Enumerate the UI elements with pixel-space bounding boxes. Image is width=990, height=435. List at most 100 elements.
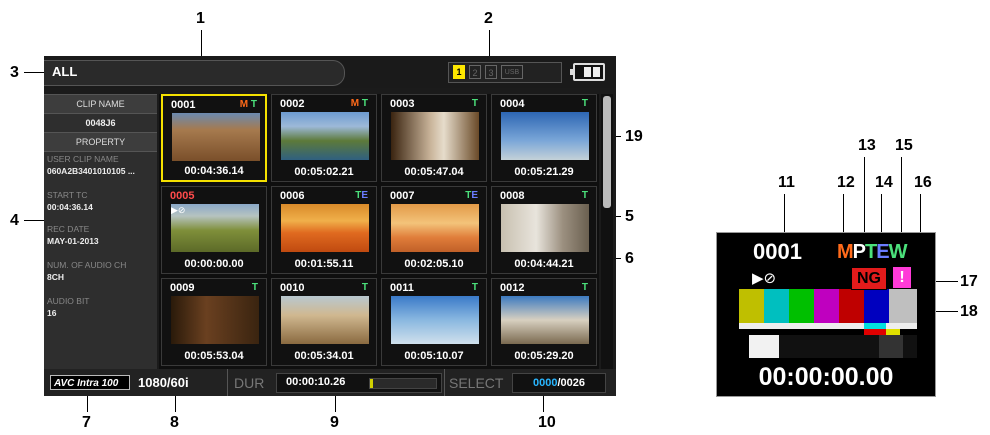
clip-flag: E [471, 190, 478, 201]
slot-usb: USB [501, 65, 523, 79]
clip-number: 0011 [390, 282, 414, 294]
callout-17: 17 [960, 273, 978, 290]
clip-thumbnail[interactable]: 0010 T 00:05:34.01 [271, 278, 377, 366]
clip-flag: M [350, 98, 360, 109]
clip-thumbnail-image [501, 296, 589, 344]
clip-timecode: 00:04:36.14 [184, 165, 244, 177]
duration-label: DUR [234, 375, 265, 391]
clip-thumbnail[interactable]: 0009 T 00:05:53.04 [161, 278, 267, 366]
clip-flag: M [239, 99, 249, 110]
scrollbar-thumb[interactable] [603, 96, 611, 208]
clip-name-header: CLIP NAME [44, 94, 157, 114]
callout-11: 11 [778, 174, 795, 191]
playback-disabled-icon: ▶⊘ [171, 205, 186, 215]
leader-15 [901, 157, 902, 244]
slot-3: 3 [485, 65, 497, 79]
avc-intra-logo: AVC Intra 100 [50, 375, 130, 390]
clip-flag: E [361, 190, 368, 201]
audio-ch-value: 8CH [47, 272, 65, 282]
slot-indicator: 1 2 3 USB [448, 62, 562, 83]
clip-flags: TE [355, 190, 368, 201]
slot-2: 2 [469, 65, 481, 79]
start-tc-label: START TC [47, 190, 88, 200]
clip-timecode: 00:05:47.04 [404, 166, 464, 178]
clip-flag: T [248, 99, 257, 110]
audio-bit-value: 16 [47, 308, 57, 318]
thumbnail-screen: ALL 1 2 3 USB CLIP NAME 0048J6 PROPERTY … [44, 56, 616, 396]
clip-thumbnail-image [501, 204, 589, 252]
color-bars-thumbnail [739, 283, 917, 358]
clip-number: 0005 [170, 190, 195, 202]
clip-number: 0009 [170, 282, 195, 294]
clip-thumbnail[interactable]: 0012 T 00:05:29.20 [491, 278, 597, 366]
clip-timecode: 00:05:29.20 [514, 350, 574, 362]
clip-flag: T [581, 282, 588, 293]
clip-timecode: 00:05:53.04 [184, 350, 244, 362]
clip-number: 0006 [280, 190, 305, 202]
clip-flag: T [251, 282, 258, 293]
clip-info-panel: CLIP NAME 0048J6 PROPERTY USER CLIP NAME… [44, 94, 157, 369]
clip-flags: T [582, 98, 588, 109]
clip-thumbnail[interactable]: 0006 TE 00:01:55.11 [271, 186, 377, 274]
clip-thumbnail[interactable]: 0011 T 00:05:10.07 [381, 278, 487, 366]
callout-10: 10 [538, 414, 556, 431]
clip-name-value: 0048J6 [85, 118, 116, 128]
clip-timecode: 00:05:02.21 [294, 166, 354, 178]
audio-ch-label: NUM. OF AUDIO CH [47, 260, 127, 270]
duration-value: 00:00:10.26 [286, 376, 346, 388]
format-label: 1080/60i [138, 375, 189, 390]
clip-flags: TE [465, 190, 478, 201]
callout-18: 18 [960, 303, 978, 320]
callout-5: 5 [625, 208, 634, 225]
start-tc-value: 00:04:36.14 [47, 202, 93, 212]
clip-thumbnail-image [391, 296, 479, 344]
clip-thumbnail-image [391, 204, 479, 252]
clip-thumbnail[interactable]: 0005 ▶⊘ 00:00:00.00 [161, 186, 267, 274]
clip-number: 0010 [280, 282, 305, 294]
callout-15: 15 [895, 137, 913, 154]
clip-thumbnail[interactable]: 0002 M T 00:05:02.21 [271, 94, 377, 182]
clip-grid: 0001 M T 00:04:36.14 0002 M T 00:05:02.21 0003… [159, 94, 599, 369]
callout-9: 9 [330, 414, 339, 431]
selected-count: 0000 [532, 377, 558, 389]
clip-timecode: 00:01:55.11 [294, 258, 354, 270]
clip-thumbnail[interactable]: 0008 T 00:04:44.21 [491, 186, 597, 274]
callout-19: 19 [625, 128, 643, 145]
callout-13: 13 [858, 137, 876, 154]
clip-thumbnail[interactable]: 0001 M T 00:04:36.14 [161, 94, 267, 182]
clip-number: 0008 [500, 190, 525, 202]
rec-date-label: REC DATE [47, 224, 90, 234]
clip-number: 0002 [280, 98, 305, 110]
clip-thumbnail[interactable]: 0007 TE 00:02:05.10 [381, 186, 487, 274]
clip-number: 0004 [500, 98, 525, 110]
inset-flag: T [865, 241, 877, 263]
clip-thumbnail-image [281, 112, 369, 160]
callout-4: 4 [10, 212, 19, 229]
rec-date-value: MAY-01-2013 [47, 236, 99, 246]
clip-timecode: 00:02:05.10 [404, 258, 464, 270]
select-label: SELECT [449, 375, 504, 391]
clip-flag: T [361, 282, 368, 293]
top-bar: ALL 1 2 3 USB [44, 56, 616, 88]
clip-thumbnail[interactable]: 0004 T 00:05:21.29 [491, 94, 597, 182]
clip-flags: T [582, 190, 588, 201]
clip-flag: T [581, 190, 588, 201]
clip-number: 0003 [390, 98, 415, 110]
clip-timecode: 00:05:10.07 [404, 350, 464, 362]
clip-flag: T [471, 98, 478, 109]
scrollbar[interactable] [601, 94, 613, 369]
thumbnail-detail: 0001 MPTEW ▶⊘ NG ! 00:00:00.00 [716, 232, 936, 397]
callout-8: 8 [170, 414, 179, 431]
duration-box: 00:00:10.26 [276, 373, 442, 393]
clip-thumbnail[interactable]: 0003 T 00:05:47.04 [381, 94, 487, 182]
callout-3: 3 [10, 64, 19, 81]
clip-thumbnail-image [172, 113, 260, 161]
bottom-bar: AVC Intra 100 1080/60i DUR 00:00:10.26 S… [44, 369, 616, 396]
clip-timecode: 00:05:21.29 [514, 166, 574, 178]
clip-thumbnail-image [171, 296, 259, 344]
clip-flag: T [359, 98, 368, 109]
ng-mark: NG [851, 267, 887, 290]
total-count: /0026 [557, 377, 585, 389]
filter-bar[interactable] [44, 60, 345, 86]
select-count: 0000/0026 [512, 373, 606, 393]
